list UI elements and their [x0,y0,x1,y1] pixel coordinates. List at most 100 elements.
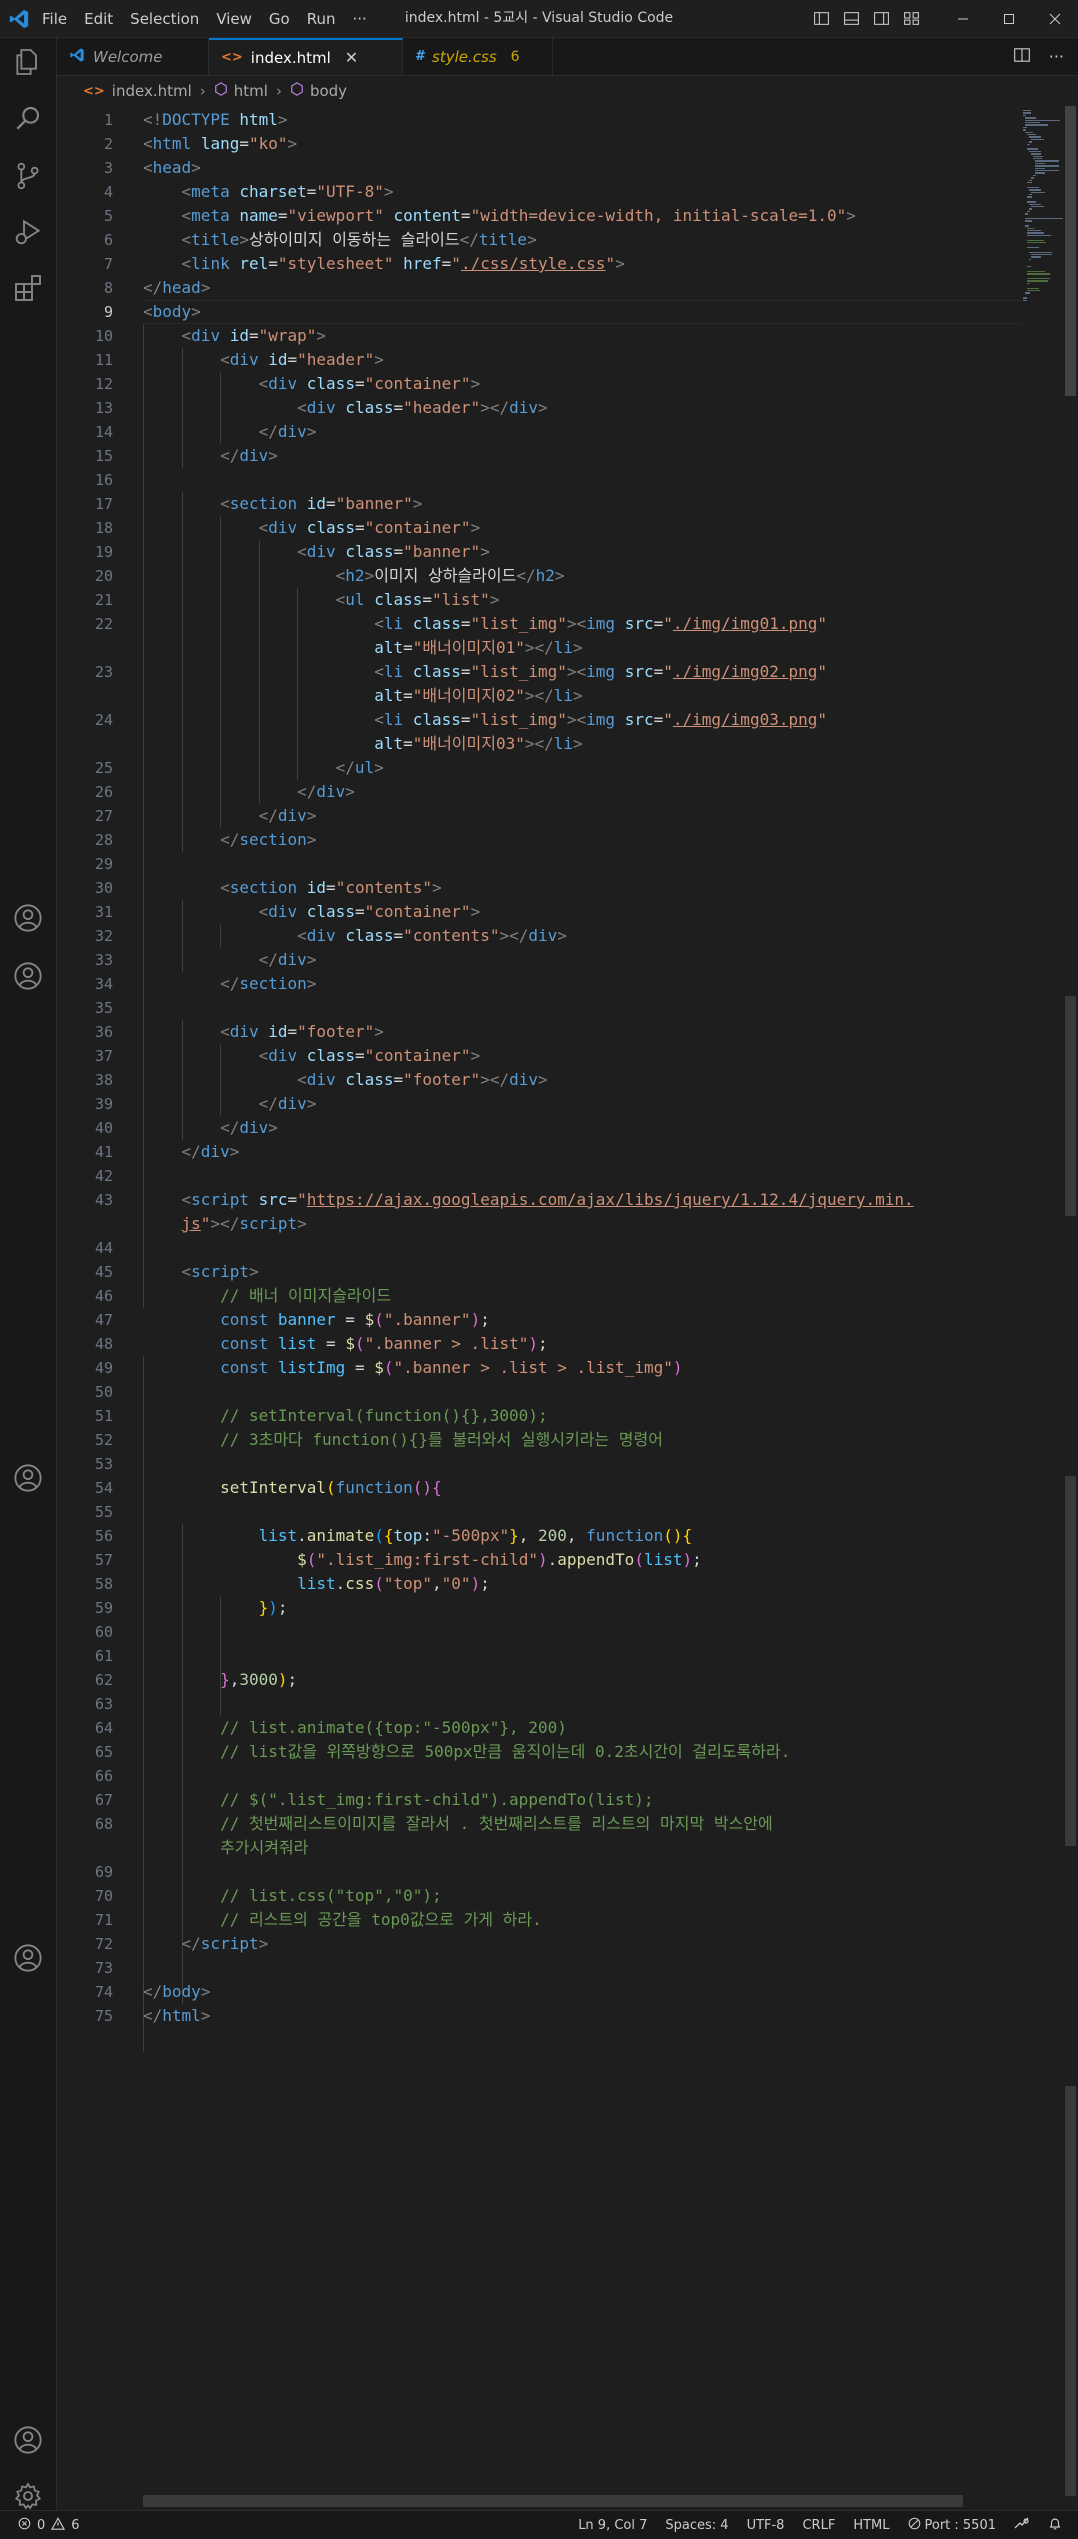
line-number: 69 [94,1863,113,1881]
minimap-line [1027,143,1030,145]
breadcrumb-body[interactable]: body [290,82,347,100]
code-line: <div id="wrap"> [143,324,327,348]
line-number: 1 [103,111,113,129]
extensions-icon[interactable] [12,272,44,304]
code-token: = [393,1070,404,1089]
menu-file[interactable]: File [42,10,67,28]
problems-status[interactable]: 0 6 [18,2511,80,2539]
tab-index-html[interactable]: <> index.html ✕ [209,38,403,75]
language-mode[interactable]: HTML [853,2518,889,2533]
line-number: 23 [94,663,113,681]
line-number: 28 [94,831,113,849]
minimap-line [1023,297,1027,299]
code-token: < [258,1046,269,1065]
indentation[interactable]: Spaces: 4 [665,2518,728,2533]
line-number: 58 [94,1575,113,1593]
minimize-icon[interactable] [940,0,986,37]
explorer-icon[interactable] [12,46,44,78]
code-token: ></ [480,1070,510,1089]
code-token: class [345,398,394,417]
code-token: </ [297,782,317,801]
more-actions-icon[interactable]: ··· [1049,47,1064,66]
maximize-icon[interactable] [986,0,1032,37]
account-icon[interactable] [12,1942,44,1974]
code-line: <div id="footer"> [143,1020,384,1044]
account-icon[interactable] [12,960,44,992]
menu-edit[interactable]: Edit [84,10,113,28]
code-token: </ [258,422,278,441]
tab-style-css[interactable]: # style.css 6 [403,38,553,75]
minimap[interactable] [1023,106,1063,406]
split-editor-icon[interactable] [1013,46,1031,68]
close-tab-icon[interactable]: ✕ [345,48,358,67]
tab-welcome[interactable]: Welcome [57,38,209,75]
breadcrumb-file[interactable]: <> index.html [83,82,192,100]
scrollbar-thumb[interactable] [1065,106,1076,396]
scrollbar-marker [1065,996,1076,1216]
code-token: > [306,950,317,969]
code-token: DOCTYPE [162,110,230,129]
search-icon[interactable] [12,102,44,134]
line-number: 60 [94,1623,113,1641]
code-token: src [624,662,654,681]
run-debug-icon[interactable] [12,216,44,248]
code-token: div [191,326,221,345]
code-token: div [268,902,298,921]
account-icon[interactable] [12,1462,44,1494]
vscode-logo-icon[interactable] [8,8,30,30]
menu-selection[interactable]: Selection [130,10,199,28]
menu-bar: File Edit Selection View Go Run ··· [42,0,384,37]
code-line: </div> [143,420,317,444]
end-of-line[interactable]: CRLF [802,2518,835,2533]
line-number: 46 [94,1287,113,1305]
minimap-line [1029,194,1032,196]
code-token: > [554,566,565,585]
cursor-position[interactable]: Ln 9, Col 7 [578,2518,647,2533]
account-icon[interactable] [12,2424,44,2456]
line-number: 24 [94,711,113,729]
code-token: js [181,1214,201,1233]
source-control-icon[interactable] [12,160,44,192]
code-token: "footer" [297,1022,375,1041]
menu-more[interactable]: ··· [353,10,367,28]
notifications-bell-icon[interactable] [1048,2516,1062,2535]
toggle-secondary-sidebar-icon[interactable] [866,0,896,37]
minimap-line [1025,119,1060,121]
feedback-icon[interactable] [1014,2516,1030,2534]
customize-layout-icon[interactable] [896,0,926,37]
encoding[interactable]: UTF-8 [747,2518,785,2533]
line-number: 20 [94,567,113,585]
menu-go[interactable]: Go [269,10,290,28]
code-token: function [586,1526,664,1545]
line-number: 43 [94,1191,113,1209]
breadcrumb-html[interactable]: html [214,82,268,100]
minimap-line [1029,203,1041,205]
minimap-line [1031,191,1045,193]
code-token: ul [345,590,365,609]
account-icon[interactable] [12,902,44,934]
vertical-scrollbar[interactable] [1063,106,1078,2510]
live-server-port[interactable]: Port : 5501 [908,2517,996,2534]
code-editor[interactable]: 1 2 3 4 5 6 7 8 9 10 11 12 13 14 15 16 17 18 19 20 21 22 23 24 2… [57,106,1078,2510]
code-token: title [191,230,240,249]
menu-view[interactable]: View [216,10,252,28]
horizontal-scrollbar[interactable] [143,2495,963,2507]
code-token: ul [354,758,375,777]
close-window-icon[interactable] [1032,0,1078,37]
code-token: div [306,398,336,417]
code-token: animate [306,1526,375,1545]
gear-icon[interactable] [12,2480,44,2512]
line-number: 72 [94,1935,113,1953]
code-line: <div class="container"> [143,900,481,924]
code-token: div [200,1142,230,1161]
toggle-panel-icon[interactable] [836,0,866,37]
toggle-sidebar-icon[interactable] [806,0,836,37]
code-token: list [277,1334,317,1353]
menu-run[interactable]: Run [307,10,336,28]
code-token: . [335,1574,346,1593]
